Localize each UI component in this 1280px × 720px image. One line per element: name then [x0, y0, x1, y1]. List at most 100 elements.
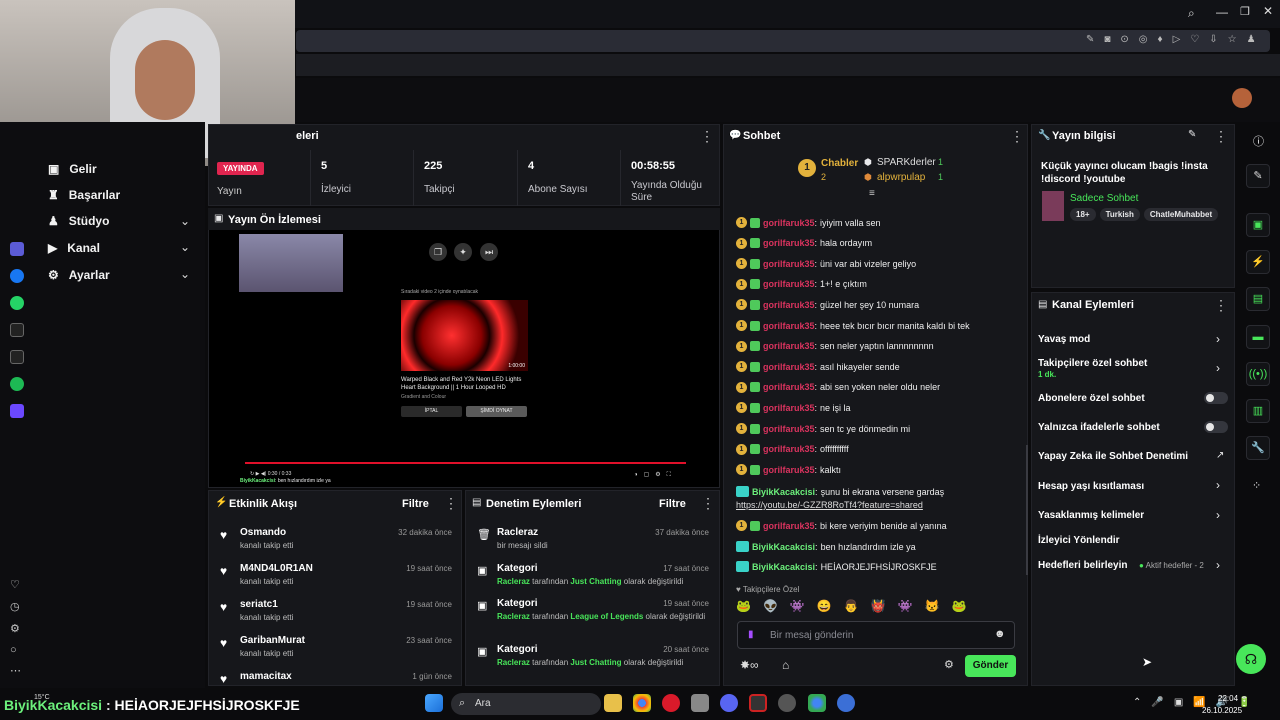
sidebar-item-basarilar[interactable]: ♜ Başarılar	[48, 188, 120, 202]
cancel-button[interactable]: İPTAL	[401, 406, 462, 417]
chrome-icon[interactable]	[808, 694, 826, 712]
chat-message[interactable]: 1 gorilfaruk35: hala ordayım	[736, 237, 872, 249]
banned-words-item[interactable]: Yasaklanmış kelimeler	[1038, 510, 1144, 521]
more-icon[interactable]: ⋮	[700, 128, 714, 145]
edit-icon[interactable]: ✎	[1246, 164, 1270, 188]
chat-scrollbar[interactable]	[1026, 445, 1028, 575]
chat-link[interactable]: https://youtu.be/-GZZR8RoTf4?feature=sha…	[736, 500, 923, 510]
app-icon-2[interactable]	[10, 404, 24, 418]
document-icon[interactable]: ▤	[1246, 287, 1270, 311]
more-icon[interactable]: ⋮	[444, 495, 458, 512]
chat-message[interactable]: 1 gorilfaruk35: üni var abi vizeler geliyo	[736, 258, 916, 270]
chat-username[interactable]: gorilfaruk35	[763, 300, 815, 310]
chat-message[interactable]: 1 gorilfaruk35: kalktı	[736, 464, 841, 476]
category-thumbnail[interactable]	[1042, 191, 1064, 221]
chat-input[interactable]: ▮ Bir mesaj gönderin ☻	[737, 621, 1015, 649]
more-icon[interactable]: ⋮	[701, 495, 715, 512]
chat-message[interactable]: BiyikKacakcisi: HEİAORJEJFHSİJROSKFJE	[736, 561, 937, 572]
tiktok-icon[interactable]	[10, 323, 24, 337]
emote-only-toggle[interactable]	[1204, 421, 1228, 433]
moderation-item[interactable]: ▣ Kategori Racleraz tarafından League of L…	[477, 598, 709, 622]
gear-icon[interactable]: ⚙	[944, 658, 954, 671]
whatsapp-icon[interactable]	[10, 296, 24, 310]
activity-item[interactable]: ♥ seriatc1 kanalı takip etti 19 saat önce	[220, 599, 452, 622]
pip-icon[interactable]: ❐	[429, 243, 447, 261]
chat-icon[interactable]: ▬	[1246, 325, 1270, 349]
followers-chat-item[interactable]: Takipçilere özel sohbet	[1038, 358, 1147, 369]
chat-message[interactable]: 1 gorilfaruk35: iyiyim valla sen	[736, 217, 881, 228]
clip-icon[interactable]: ▣	[1246, 213, 1270, 237]
spotify-icon[interactable]	[10, 377, 24, 391]
chat-username[interactable]: gorilfaruk35	[763, 341, 815, 351]
chevron-down-icon[interactable]: ⌄	[180, 240, 190, 254]
chat-message[interactable]: BiyikKacakcisi: şunu bi ekrana versene ga…	[736, 486, 944, 497]
chat-username[interactable]: gorilfaruk35	[763, 238, 815, 248]
activity-item[interactable]: ♥ GaribanMurat kanalı takip etti 23 saat ön…	[220, 635, 452, 658]
top-gifter-name[interactable]: Chabler	[821, 158, 858, 169]
activity-item[interactable]: ♥ Osmando kanalı takip etti 32 dakika önce	[220, 527, 452, 550]
chat-username[interactable]: gorilfaruk35	[763, 279, 815, 289]
wrench-icon[interactable]: 🔧	[1246, 436, 1270, 460]
clock-icon[interactable]: ◷	[10, 600, 20, 613]
sidebar-item-gelir[interactable]: ▣ Gelir	[48, 162, 97, 176]
chat-message[interactable]: 1 gorilfaruk35: sen neler yaptın lannnnnnn…	[736, 340, 934, 352]
moderation-item[interactable]: ▣ Kategori Racleraz tarafından Just Chatti…	[477, 644, 709, 668]
chat-username[interactable]: gorilfaruk35	[763, 259, 815, 269]
top-gifter-name[interactable]: alpwrpulap	[877, 172, 925, 183]
address-bar[interactable]: ✎◙⊙◎♦▷♡⇩☆♟	[296, 30, 1270, 52]
activity-item[interactable]: ♥ mamacitax 1 gün önce	[220, 671, 452, 686]
discord-icon[interactable]	[720, 694, 738, 712]
chat-message[interactable]: 1 gorilfaruk35: güzel her şey 10 numara	[736, 299, 919, 311]
slow-mode-item[interactable]: Yavaş mod	[1038, 334, 1090, 345]
top-gifter-name[interactable]: SPARKderler	[877, 157, 936, 168]
video-progress-bar[interactable]	[245, 462, 686, 464]
chevron-right-icon[interactable]: ›	[1216, 361, 1220, 375]
avatar[interactable]	[1232, 88, 1252, 108]
chat-message[interactable]: BiyikKacakcisi: ben hızlandırdım izle ya	[736, 541, 916, 552]
sidebar-item-kanal[interactable]: ▶ Kanal	[48, 241, 100, 255]
chat-username[interactable]: gorilfaruk35	[763, 382, 815, 392]
chat-username[interactable]: gorilfaruk35	[763, 321, 815, 331]
chat-username[interactable]: gorilfaruk35	[763, 465, 815, 475]
chat-message[interactable]: 1 gorilfaruk35: asıl hikayeler sende	[736, 361, 900, 373]
file-explorer-icon[interactable]	[604, 694, 622, 712]
chat-message[interactable]: 1 gorilfaruk35: ne işi la	[736, 402, 851, 414]
moderation-item[interactable]: ▣ Kategori Racleraz tarafından Just Chatti…	[477, 563, 709, 587]
tag[interactable]: ChatleMuhabbet	[1143, 208, 1219, 221]
edit-icon[interactable]: ✎	[1188, 129, 1196, 140]
chat-username[interactable]: gorilfaruk35	[763, 218, 815, 228]
layout-icon[interactable]: ▥	[1246, 399, 1270, 423]
app-icon[interactable]	[749, 694, 767, 712]
chat-message[interactable]: 1 gorilfaruk35: bi kere veriyim benide al …	[736, 520, 947, 531]
chevron-down-icon[interactable]: ⌄	[180, 267, 190, 281]
emoji-icon[interactable]: ☻	[994, 628, 1006, 640]
more-icon[interactable]: ⋮	[1010, 128, 1024, 145]
more-icon[interactable]: ⋯	[10, 664, 21, 677]
chevron-right-icon[interactable]: ›	[1216, 508, 1220, 522]
raid-item[interactable]: İzleyici Yönlendir	[1038, 535, 1120, 546]
goals-item[interactable]: Hedefleri belirleyin	[1038, 560, 1127, 571]
app-icon[interactable]	[691, 694, 709, 712]
activity-item[interactable]: ♥ M4ND4L0R1AN kanalı takip etti 19 saat önc…	[220, 563, 452, 586]
heart-icon[interactable]: ♡	[10, 578, 20, 591]
play-now-button[interactable]: ŞİMDİ OYNAT	[466, 406, 527, 417]
chat-username[interactable]: gorilfaruk35	[763, 521, 815, 531]
apps-icon[interactable]: ⁘	[1252, 479, 1261, 492]
broadcast-icon[interactable]: ((•))	[1246, 362, 1270, 386]
moderation-item[interactable]: 🗑 Racleraz bir mesajı sildi 37 dakika önce	[477, 527, 709, 550]
emote-bar[interactable]: 🐸👽👾😄👨👹👾😾🐸	[736, 599, 1016, 617]
subscribers-toggle[interactable]	[1204, 392, 1228, 404]
chat-message[interactable]: 1 gorilfaruk35:1+! e çıktım	[736, 278, 867, 290]
tag[interactable]: 18+	[1070, 208, 1096, 221]
more-icon[interactable]: ⋮	[1214, 297, 1228, 314]
x-icon[interactable]	[10, 350, 24, 364]
chat-username[interactable]: gorilfaruk35	[763, 362, 815, 372]
chat-username[interactable]: gorilfaruk35	[763, 424, 815, 434]
account-age-item[interactable]: Hesap yaşı kısıtlaması	[1038, 481, 1144, 492]
bits-icon[interactable]: ✸∞	[740, 658, 759, 672]
player-right-controls[interactable]: ◑▢⚙⛶	[634, 471, 677, 479]
chevron-right-icon[interactable]: ›	[1216, 558, 1220, 572]
toolbar-icons[interactable]: ✎◙⊙◎♦▷♡⇩☆♟	[1086, 34, 1266, 45]
external-link-icon[interactable]: ↗	[1216, 450, 1224, 461]
chat-message[interactable]: 1 gorilfaruk35: offffffffff	[736, 443, 849, 455]
